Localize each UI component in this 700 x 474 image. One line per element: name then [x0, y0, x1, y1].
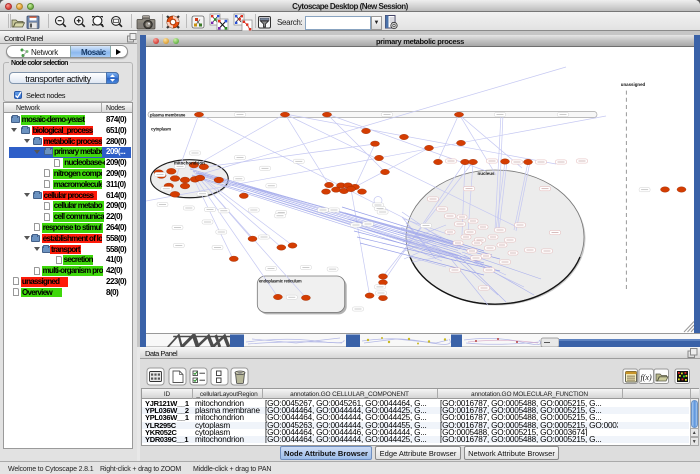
- svg-text:plasma membrane: plasma membrane: [150, 112, 186, 117]
- svg-text:unassigned: unassigned: [621, 82, 646, 87]
- svg-text:mitochondrion: mitochondrion: [174, 161, 205, 166]
- svg-text:nucleus: nucleus: [477, 171, 495, 176]
- svg-text:endoplasmic reticulum: endoplasmic reticulum: [259, 279, 302, 284]
- svg-text:cytoplasm: cytoplasm: [151, 127, 171, 132]
- svg-text:f(x): f(x): [641, 373, 652, 382]
